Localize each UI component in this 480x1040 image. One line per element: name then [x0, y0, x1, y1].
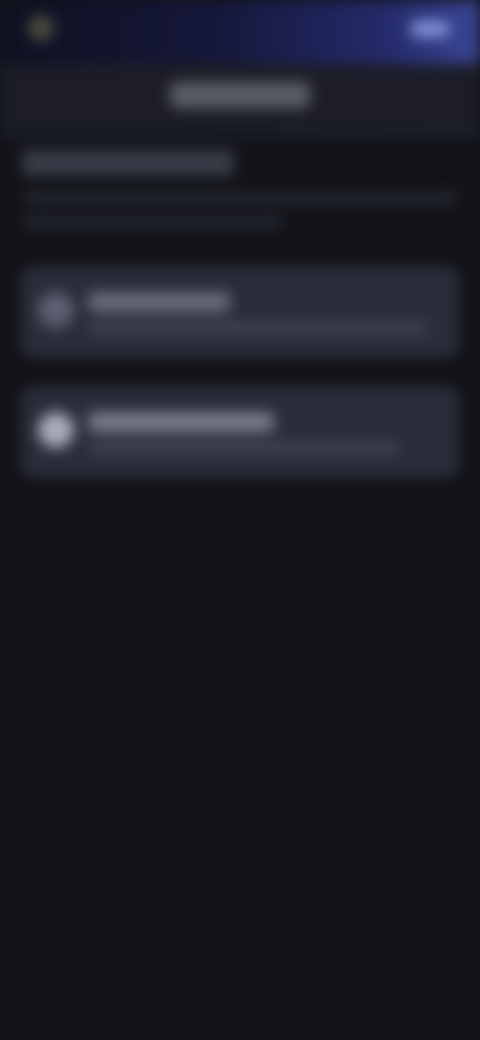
option-card-1[interactable] [20, 266, 460, 358]
option-card-title [88, 292, 230, 312]
app-header: ‹ [0, 64, 480, 126]
option-icon [38, 292, 74, 328]
page-title [170, 82, 310, 108]
option-card-subtitle [88, 322, 428, 334]
section-description-line-1 [22, 192, 458, 204]
option-icon [38, 412, 74, 448]
arrow-left-icon: ‹ [37, 82, 45, 107]
back-button[interactable]: ‹ [26, 80, 56, 110]
option-card-title [88, 412, 274, 432]
option-card-subtitle [88, 442, 398, 454]
section-description-line-2 [22, 216, 284, 228]
status-right [340, 18, 450, 40]
app-screen: ‹ [0, 0, 480, 1040]
battery-icon [410, 21, 450, 37]
blurred-content: ‹ [0, 0, 480, 1040]
section-title [22, 150, 234, 176]
status-left [28, 12, 128, 44]
app-logo-icon [28, 15, 54, 41]
option-card-2[interactable] [20, 386, 460, 478]
status-bar [0, 0, 480, 56]
